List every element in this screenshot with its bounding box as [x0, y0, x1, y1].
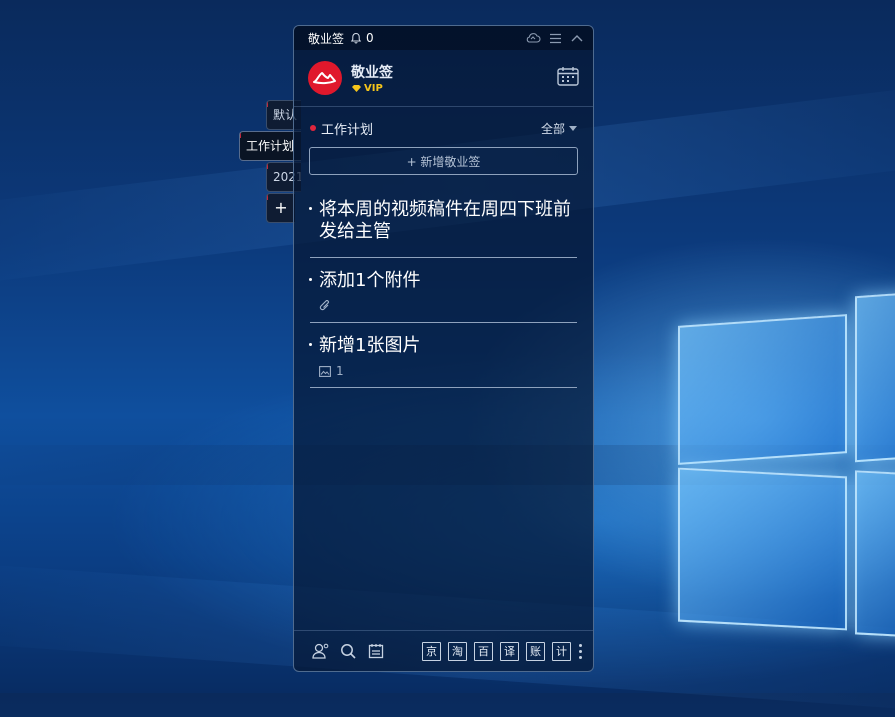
note-text: 添加1个附件	[319, 270, 421, 291]
collapse-icon[interactable]	[569, 30, 585, 46]
user-settings-icon[interactable]	[310, 641, 330, 661]
windows-logo-pane	[855, 470, 895, 638]
cloud-sync-icon[interactable]	[525, 30, 541, 46]
shortcut-taobao[interactable]: 淘	[448, 641, 467, 661]
note-text: 新增1张图片	[319, 335, 421, 356]
image-count: 1	[336, 364, 344, 378]
calendar-icon[interactable]	[557, 66, 579, 90]
image-indicator[interactable]: 1	[310, 363, 577, 379]
shortcut-accounting[interactable]: 账	[526, 641, 545, 661]
attachment-indicator[interactable]	[310, 298, 577, 314]
windows-logo-pane	[678, 314, 847, 465]
shortcut-calculator[interactable]: 计	[552, 641, 571, 661]
category-dot	[310, 125, 316, 131]
filter-dropdown[interactable]: 全部	[541, 120, 577, 137]
widget-title: 敬业签	[308, 31, 345, 46]
profile-header: 敬业签 VIP	[294, 50, 593, 107]
side-tab-work-plan[interactable]: 工作计划	[239, 131, 301, 161]
category-name: 工作计划	[321, 122, 374, 138]
more-options-icon[interactable]	[579, 643, 583, 659]
note-text: 将本周的视频稿件在周四下班前发给主管	[319, 199, 571, 242]
paperclip-icon	[319, 299, 329, 310]
app-logo-avatar[interactable]	[308, 61, 342, 95]
add-note-button[interactable]: + 新增敬业签	[309, 147, 578, 175]
vip-badge: VIP	[351, 83, 393, 94]
shortcut-baidu[interactable]: 百	[474, 641, 493, 661]
profile-name: 敬业签	[351, 65, 393, 81]
shortcut-translate[interactable]: 译	[500, 641, 519, 661]
note-item[interactable]: 添加1个附件	[309, 258, 577, 323]
caret-down-icon	[569, 125, 577, 131]
add-tab-button[interactable]: +	[266, 193, 295, 223]
windows-logo-pane	[855, 291, 895, 463]
widget-title-bar[interactable]: 敬业签 0	[294, 26, 593, 50]
note-item[interactable]: 新增1张图片 1	[309, 323, 577, 388]
search-icon[interactable]	[338, 641, 358, 661]
category-header: 工作计划 全部	[294, 109, 593, 147]
note-item[interactable]: 将本周的视频稿件在周四下班前发给主管	[309, 199, 577, 258]
bottom-toolbar: 京 淘 百 译 账 计	[294, 630, 593, 671]
note-bullet	[309, 207, 312, 210]
image-icon	[319, 365, 331, 377]
menu-icon[interactable]	[547, 30, 563, 46]
bell-icon[interactable]	[350, 32, 362, 44]
sticky-note-widget: 敬业签 0 敬业签 VIP 工作计划 全部 + 新增敬业签 将本周的视频稿件在周…	[293, 25, 594, 672]
diamond-icon	[352, 85, 361, 92]
notification-count: 0	[366, 31, 374, 45]
windows-logo-pane	[678, 467, 847, 631]
note-bullet	[309, 343, 312, 346]
notepad-icon[interactable]	[366, 641, 386, 661]
shortcut-jd[interactable]: 京	[422, 641, 441, 661]
note-bullet	[309, 278, 312, 281]
